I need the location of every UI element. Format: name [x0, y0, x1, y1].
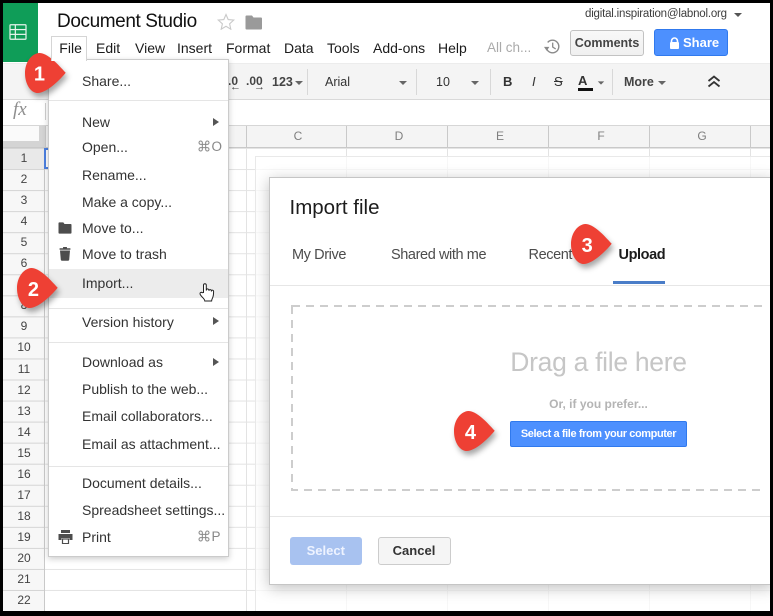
svg-text:2: 2 — [28, 279, 39, 301]
svg-text:1: 1 — [34, 63, 45, 85]
svg-text:4: 4 — [465, 422, 477, 444]
svg-text:3: 3 — [581, 234, 592, 256]
